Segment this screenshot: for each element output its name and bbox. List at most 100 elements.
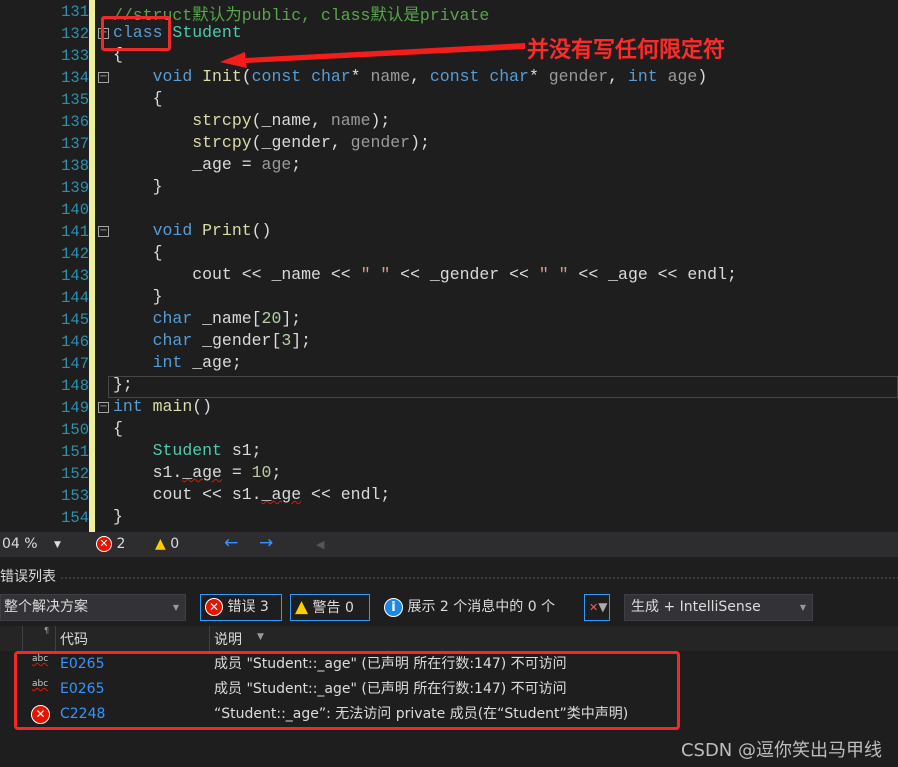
line-number: 151	[61, 443, 89, 461]
annotation-text: 并没有写任何限定符	[527, 38, 726, 63]
code-token: *	[528, 67, 549, 86]
code-token: ;	[380, 485, 391, 504]
code-line: }	[113, 507, 123, 529]
column-description[interactable]: 说明	[214, 629, 242, 649]
code-token: <<	[568, 265, 609, 284]
line-number: 137	[61, 135, 89, 153]
watermark: CSDN @逗你笑出马甲线	[680, 740, 882, 761]
code-token: int	[627, 67, 658, 86]
code-token: {	[113, 419, 123, 438]
column-chooser-icon[interactable]: ¶	[44, 626, 49, 635]
code-line: char _gender[3];	[113, 331, 311, 353]
code-line: strcpy(_gender, gender);	[113, 133, 430, 155]
scope-dropdown[interactable]: 整个解决方案 ▼	[0, 594, 186, 621]
line-number: 142	[61, 245, 89, 263]
fold-collapse-icon[interactable]: −	[98, 72, 109, 83]
code-token: _name	[271, 265, 321, 284]
line-number: 152	[61, 465, 89, 483]
code-token: <<	[320, 265, 361, 284]
zoom-level[interactable]: 04 %	[2, 536, 38, 552]
clear-filter-button[interactable]: ✕▼	[584, 594, 610, 621]
error-squiggle-token: _age	[182, 463, 222, 482]
code-token: ()	[192, 397, 213, 416]
code-line: void Print()	[113, 221, 272, 243]
code-token: main	[152, 397, 193, 416]
sort-dropdown-icon[interactable]: ▼	[257, 632, 264, 642]
fold-collapse-icon[interactable]: −	[98, 402, 109, 413]
code-token: _gender	[202, 331, 272, 350]
code-token: =	[231, 155, 262, 174]
code-token: =	[221, 463, 252, 482]
line-number: 131	[61, 3, 89, 21]
code-line: char _name[20];	[113, 309, 302, 331]
code-token: ;	[726, 265, 737, 284]
code-token: endl	[687, 265, 727, 284]
forward-arrow-icon[interactable]: →	[259, 533, 273, 553]
code-token: ];	[291, 331, 312, 350]
filter-icon: ▼	[598, 600, 608, 614]
warning-count[interactable]: ▲ 0	[155, 536, 179, 552]
code-line: strcpy(_name, name);	[113, 111, 390, 133]
editor-status-bar: 04 % ▼ ✕ 2 ▲ 0 ← → ◀	[0, 532, 898, 557]
error-list-toolbar: 整个解决方案 ▼ ✕ 错误 3 ▲ 警告 0 i 展示 2 个消息中的 0 个 ✕…	[0, 594, 898, 622]
fold-collapse-icon[interactable]: −	[98, 226, 109, 237]
warning-icon: ▲	[155, 536, 166, 552]
code-token: void	[152, 67, 193, 86]
code-line: s1._age = 10;	[113, 463, 282, 485]
code-token: ];	[281, 309, 302, 328]
code-line: }	[113, 177, 163, 199]
errors-filter-button[interactable]: ✕ 错误 3	[200, 594, 282, 621]
code-token: age	[261, 155, 292, 174]
error-count[interactable]: ✕ 2	[96, 536, 125, 552]
code-editor[interactable]: 131 132 133 134 135 136 137 138 139 140 141 142 143 1…	[0, 0, 898, 532]
code-line: cout << _name << " " << _gender << " " <…	[113, 265, 737, 287]
code-token: <<	[647, 265, 688, 284]
code-token: };	[113, 375, 133, 394]
code-line: {	[113, 89, 163, 111]
errors-filter-label: 错误 3	[227, 599, 269, 615]
code-token: 3	[281, 331, 292, 350]
code-line: };	[113, 375, 133, 397]
code-line: int _age;	[113, 353, 242, 375]
scroll-left-icon[interactable]: ◀	[316, 538, 324, 551]
chevron-down-icon: ▼	[172, 603, 179, 612]
code-token: Print	[202, 221, 252, 240]
code-token: Student	[152, 441, 222, 460]
line-number: 145	[61, 311, 89, 329]
code-token: s1	[152, 463, 173, 482]
warnings-filter-button[interactable]: ▲ 警告 0	[290, 594, 370, 621]
code-token: endl	[340, 485, 381, 504]
code-token: );	[370, 111, 391, 130]
line-number: 147	[61, 355, 89, 373]
source-dropdown[interactable]: 生成 + IntelliSense ▼	[624, 594, 813, 621]
line-number: 149	[61, 399, 89, 417]
messages-filter-button[interactable]: i 展示 2 个消息中的 0 个	[384, 594, 555, 621]
line-number: 154	[61, 509, 89, 527]
code-token: ;	[231, 353, 242, 372]
code-token: " "	[538, 265, 569, 284]
change-tracking-bar	[89, 0, 95, 532]
code-token: _age	[608, 265, 648, 284]
code-token: " "	[360, 265, 391, 284]
back-arrow-icon[interactable]: ←	[224, 533, 238, 553]
code-token: .	[172, 463, 183, 482]
zoom-dropdown-icon[interactable]: ▼	[54, 540, 61, 550]
column-code[interactable]: 代码	[60, 629, 88, 649]
code-token: strcpy	[192, 111, 252, 130]
code-token: _name	[261, 111, 312, 130]
code-line: cout << s1._age << endl;	[113, 485, 391, 507]
code-token: .	[251, 485, 262, 504]
code-token: }	[113, 287, 163, 306]
code-token: <<	[499, 265, 539, 284]
line-number: 134	[61, 69, 89, 87]
panel-drag-grip[interactable]	[60, 576, 898, 581]
